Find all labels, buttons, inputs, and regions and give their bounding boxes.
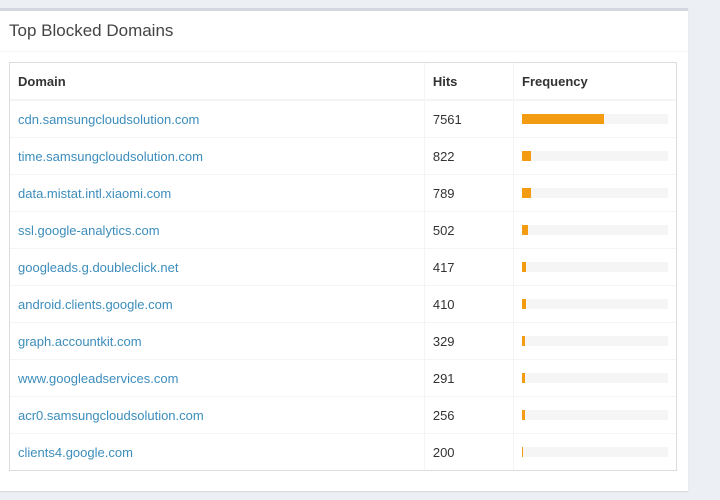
column-header-domain: Domain xyxy=(10,63,425,101)
table-header-row: Domain Hits Frequency xyxy=(10,63,676,101)
frequency-bar-fill xyxy=(522,447,524,457)
top-blocked-domains-panel: Top Blocked Domains Domain Hits Frequenc… xyxy=(0,8,688,491)
domain-link[interactable]: www.googleadservices.com xyxy=(18,371,178,386)
frequency-bar-fill xyxy=(522,299,527,309)
domains-table: Domain Hits Frequency cdn.samsungcloudso… xyxy=(10,63,676,470)
table-row: acr0.samsungcloudsolution.com 256 xyxy=(10,396,676,434)
hits-value: 789 xyxy=(423,174,514,212)
table-row: clients4.google.com 200 xyxy=(10,433,676,470)
frequency-bar xyxy=(522,447,668,457)
table-row: time.samsungcloudsolution.com 822 xyxy=(10,137,676,175)
frequency-bar xyxy=(522,373,668,383)
hits-value: 822 xyxy=(423,137,514,175)
frequency-bar-fill xyxy=(522,373,525,383)
table-row: graph.accountkit.com 329 xyxy=(10,322,676,360)
domain-link[interactable]: acr0.samsungcloudsolution.com xyxy=(18,408,204,423)
page-background xyxy=(688,0,720,500)
table-row: data.mistat.intl.xiaomi.com 789 xyxy=(10,174,676,212)
hits-value: 7561 xyxy=(423,99,514,138)
frequency-bar-fill xyxy=(522,262,527,272)
domain-link[interactable]: time.samsungcloudsolution.com xyxy=(18,149,203,164)
frequency-bar-fill xyxy=(522,151,531,161)
frequency-bar-fill xyxy=(522,410,525,420)
domains-table-container: Domain Hits Frequency cdn.samsungcloudso… xyxy=(9,62,677,471)
frequency-bar-fill xyxy=(522,188,531,198)
table-row: ssl.google-analytics.com 502 xyxy=(10,211,676,249)
table-row: cdn.samsungcloudsolution.com 7561 xyxy=(10,99,676,138)
frequency-bar-fill xyxy=(522,225,528,235)
frequency-bar xyxy=(522,336,668,346)
hits-value: 417 xyxy=(423,248,514,286)
hits-value: 291 xyxy=(423,359,514,397)
frequency-bar xyxy=(522,299,668,309)
column-header-frequency: Frequency xyxy=(513,63,676,101)
domain-link[interactable]: cdn.samsungcloudsolution.com xyxy=(18,112,199,127)
panel-header: Top Blocked Domains xyxy=(0,11,688,52)
domain-link[interactable]: clients4.google.com xyxy=(18,445,133,460)
column-header-hits: Hits xyxy=(423,63,514,101)
frequency-bar xyxy=(522,262,668,272)
hits-value: 256 xyxy=(423,396,514,434)
frequency-bar xyxy=(522,225,668,235)
domain-link[interactable]: graph.accountkit.com xyxy=(18,334,142,349)
domain-link[interactable]: ssl.google-analytics.com xyxy=(18,223,160,238)
table-row: android.clients.google.com 410 xyxy=(10,285,676,323)
hits-value: 502 xyxy=(423,211,514,249)
domain-link[interactable]: android.clients.google.com xyxy=(18,297,173,312)
hits-value: 200 xyxy=(423,433,514,470)
hits-value: 329 xyxy=(423,322,514,360)
domain-link[interactable]: data.mistat.intl.xiaomi.com xyxy=(18,186,171,201)
frequency-bar xyxy=(522,410,668,420)
table-row: googleads.g.doubleclick.net 417 xyxy=(10,248,676,286)
frequency-bar-fill xyxy=(522,336,525,346)
hits-value: 410 xyxy=(423,285,514,323)
panel-title: Top Blocked Domains xyxy=(9,21,174,40)
domain-link[interactable]: googleads.g.doubleclick.net xyxy=(18,260,178,275)
table-row: www.googleadservices.com 291 xyxy=(10,359,676,397)
frequency-bar-fill xyxy=(522,114,604,124)
frequency-bar xyxy=(522,188,668,198)
frequency-bar xyxy=(522,114,668,124)
frequency-bar xyxy=(522,151,668,161)
